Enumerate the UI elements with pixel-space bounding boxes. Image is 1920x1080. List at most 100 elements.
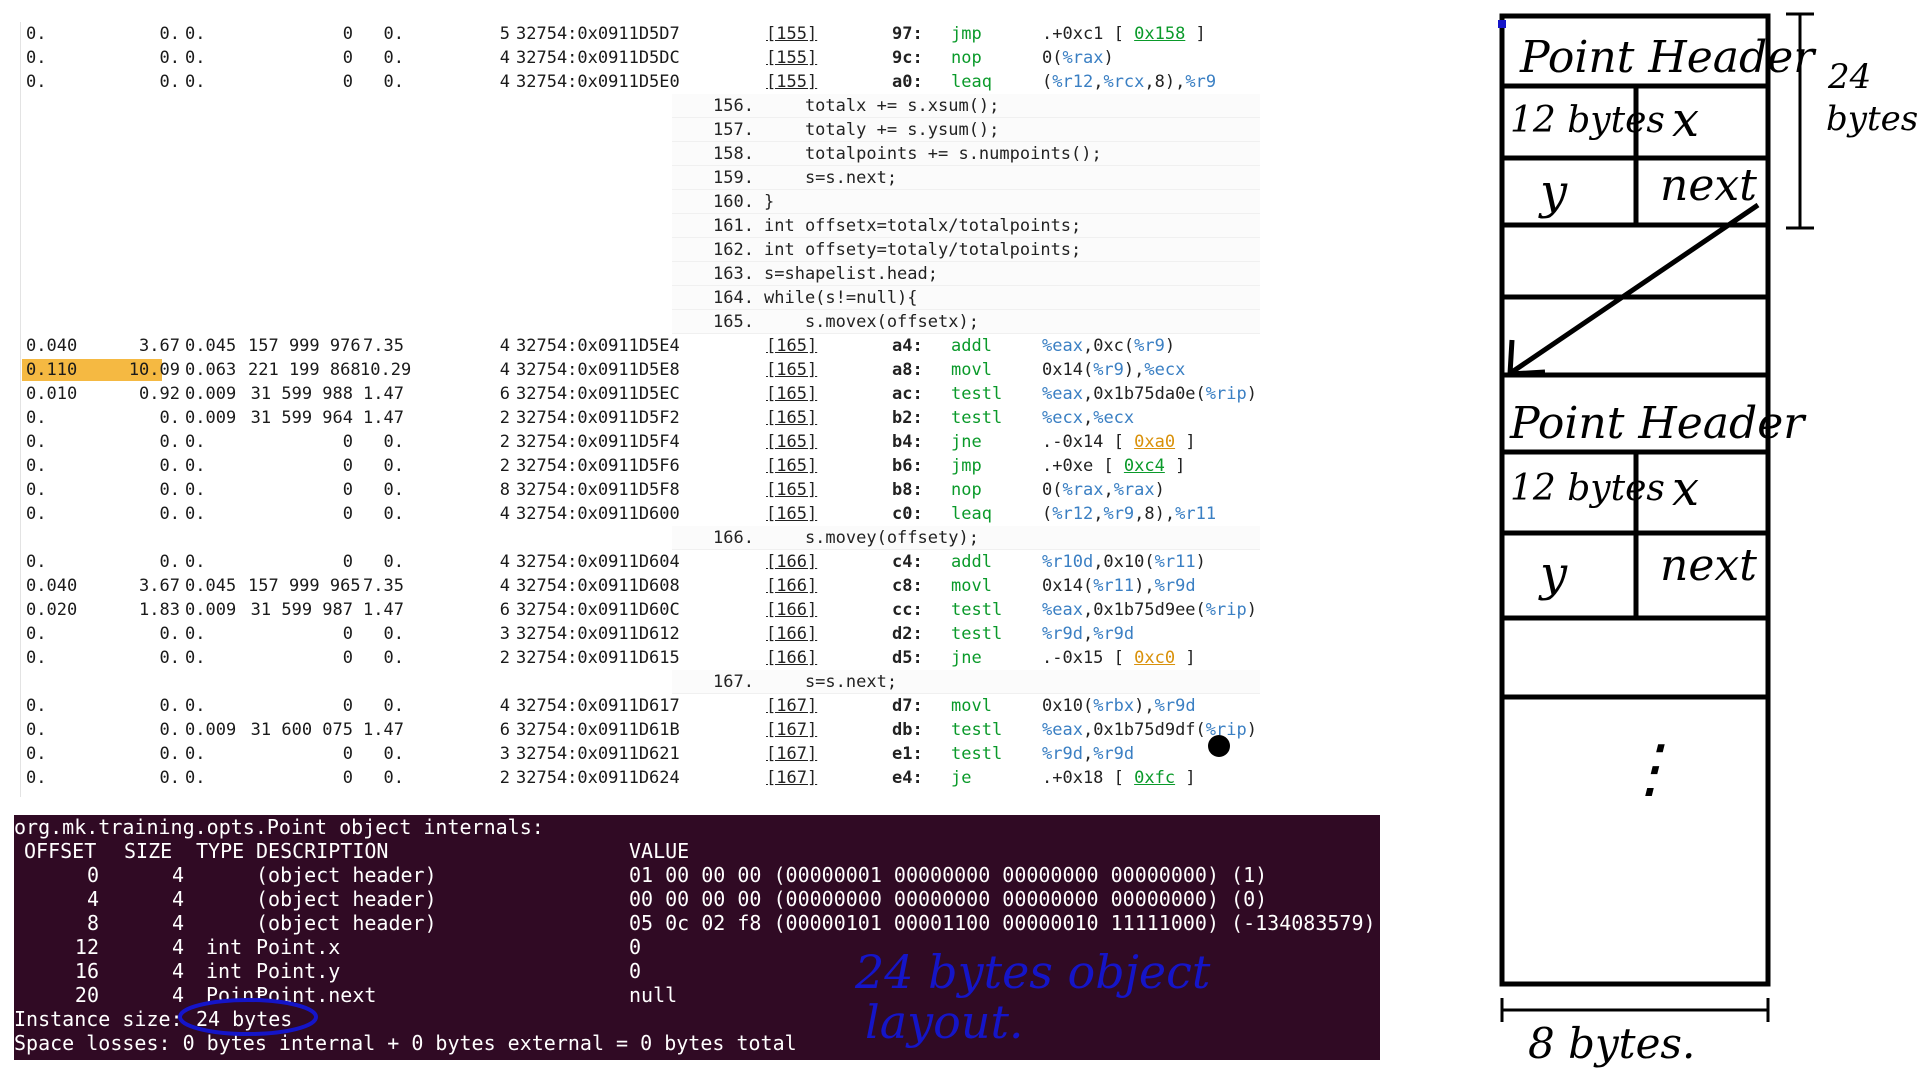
offset-cell: b6:: [892, 456, 923, 476]
operand-token: ]: [1164, 456, 1186, 476]
metric-cell: 0.: [185, 72, 206, 92]
operand-token: .+0xe [: [1042, 456, 1124, 476]
operand-token: ): [1103, 48, 1114, 68]
offset-cell: 9c:: [892, 48, 923, 68]
register-token: %r11: [1175, 504, 1217, 524]
source-link[interactable]: [155]: [766, 70, 817, 94]
source-link[interactable]: [166]: [766, 646, 817, 670]
address-cell: 32754:0x0911D5F6: [516, 456, 680, 476]
operand-token: .+0x18 [: [1042, 768, 1135, 788]
asm-instruction-row: 0. 0. 0. 0 0. 4 32754:0x0911D600 [165] c0: leaq (%…: [20, 502, 1260, 526]
operands-cell: .+0xe [ 0xc4 ]: [1042, 454, 1185, 478]
source-code-text: }: [764, 192, 775, 212]
operands-cell: 0x14(%r11),%r9d: [1042, 574, 1196, 598]
instruction-size-cell: 4: [499, 552, 510, 572]
field-offset: 16: [74, 959, 99, 983]
jump-target-link[interactable]: 0xc0: [1134, 648, 1175, 668]
mnemonic-cell: addl: [951, 336, 992, 356]
height-dimension-label: bytes: [1826, 99, 1918, 139]
source-line-number: 165.: [713, 312, 754, 332]
metric-cell: 0.: [383, 48, 404, 68]
field-size: 4: [171, 983, 184, 1007]
offset-cell: b4:: [892, 432, 923, 452]
source-line-number: 156.: [713, 96, 754, 116]
asm-instruction-row: 0.110 10.09 0.063 221 199 868 10.29 4 32754:0x…: [20, 358, 1260, 382]
jump-target-link[interactable]: 0xfc: [1134, 768, 1175, 788]
source-link[interactable]: [165]: [766, 406, 817, 430]
mnemonic-cell: testl: [951, 408, 1003, 428]
source-code-text: totaly += s.ysum();: [764, 120, 1000, 140]
header-size: SIZE: [124, 839, 173, 863]
operands-cell: %r10d,0x10(%r11): [1042, 550, 1206, 574]
field-description: (object header): [256, 887, 437, 911]
height-dimension-label: 24: [1827, 57, 1871, 97]
cursor-dot: [1208, 735, 1230, 757]
operand-token: ,0x1b75da0e(: [1082, 384, 1206, 404]
source-link[interactable]: [166]: [766, 598, 817, 622]
header-value: VALUE: [629, 839, 690, 863]
metric-cell: 0.: [159, 696, 180, 716]
source-code-text: while(s!=null){: [764, 288, 918, 308]
offset-cell: c4:: [892, 552, 923, 572]
header-offset: OFFSET: [24, 839, 97, 863]
asm-instruction-row: 0. 0. 0. 0 0. 8 32754:0x0911D5F8 [165] b8: nop 0(%…: [20, 478, 1260, 502]
jump-target-link[interactable]: 0x158: [1134, 24, 1185, 44]
metric-cell: 0.009: [185, 600, 237, 620]
operands-cell: (%r12,%rcx,8),%r9: [1042, 70, 1216, 94]
metric-cell: 0.: [383, 744, 404, 764]
source-link[interactable]: [167]: [766, 718, 817, 742]
operands-cell: 0x10(%rbx),%r9d: [1042, 694, 1196, 718]
metric-cell: 0.: [185, 648, 206, 668]
source-line-number: 159.: [713, 168, 754, 188]
operand-token: .-0x15 [: [1042, 648, 1135, 668]
source-link[interactable]: [165]: [766, 382, 817, 406]
source-link[interactable]: [165]: [766, 334, 817, 358]
header-bytes-label: 12 bytes: [1510, 100, 1665, 141]
source-code-text: totalx += s.xsum();: [764, 96, 1000, 116]
source-link[interactable]: [165]: [766, 478, 817, 502]
operand-token: ]: [1185, 24, 1206, 44]
source-link[interactable]: [166]: [766, 574, 817, 598]
metric-cell: 0: [342, 456, 353, 476]
offset-cell: ac:: [892, 384, 923, 404]
metric-cell: 0.110: [26, 360, 78, 380]
source-code-text: s=shapelist.head;: [764, 264, 938, 284]
jump-target-link[interactable]: 0xa0: [1134, 432, 1175, 452]
metric-cell: 0.: [383, 624, 404, 644]
metric-cell: 10.09: [128, 360, 180, 380]
register-token: %eax: [1042, 720, 1083, 740]
metric-cell: 0.: [26, 480, 47, 500]
metric-cell: 0.: [185, 624, 206, 644]
source-link[interactable]: [165]: [766, 502, 817, 526]
metric-cell: 1.47: [363, 600, 404, 620]
source-link[interactable]: [155]: [766, 22, 817, 46]
address-cell: 32754:0x0911D5F2: [516, 408, 680, 428]
source-link[interactable]: [165]: [766, 358, 817, 382]
offset-cell: b2:: [892, 408, 923, 428]
source-link[interactable]: [166]: [766, 622, 817, 646]
metric-cell: 0.: [26, 456, 47, 476]
metric-cell: 0.: [383, 480, 404, 500]
instruction-size-cell: 2: [499, 456, 510, 476]
source-line-row: 162. int offsety=totaly/totalpoints;: [20, 238, 1260, 262]
source-link[interactable]: [155]: [766, 46, 817, 70]
metric-cell: 0.: [26, 720, 47, 740]
metric-cell: 1.47: [363, 384, 404, 404]
source-link[interactable]: [166]: [766, 550, 817, 574]
metric-cell: 0: [342, 744, 353, 764]
source-code-text: s.movex(offsetx);: [764, 312, 979, 332]
metric-cell: 0.: [383, 24, 404, 44]
instruction-size-cell: 2: [499, 408, 510, 428]
space-losses-text: Space losses: 0 bytes internal + 0 bytes…: [14, 1031, 797, 1055]
source-link[interactable]: [167]: [766, 742, 817, 766]
operand-token: ,: [1082, 744, 1094, 764]
source-link[interactable]: [165]: [766, 454, 817, 478]
source-link[interactable]: [165]: [766, 430, 817, 454]
source-line-background: [672, 190, 1260, 214]
source-link[interactable]: [167]: [766, 694, 817, 718]
source-line-number: 161.: [713, 216, 754, 236]
metric-cell: 1.47: [363, 408, 404, 428]
jump-target-link[interactable]: 0xc4: [1124, 456, 1165, 476]
source-link[interactable]: [167]: [766, 766, 817, 790]
source-line-background: [672, 670, 1260, 694]
